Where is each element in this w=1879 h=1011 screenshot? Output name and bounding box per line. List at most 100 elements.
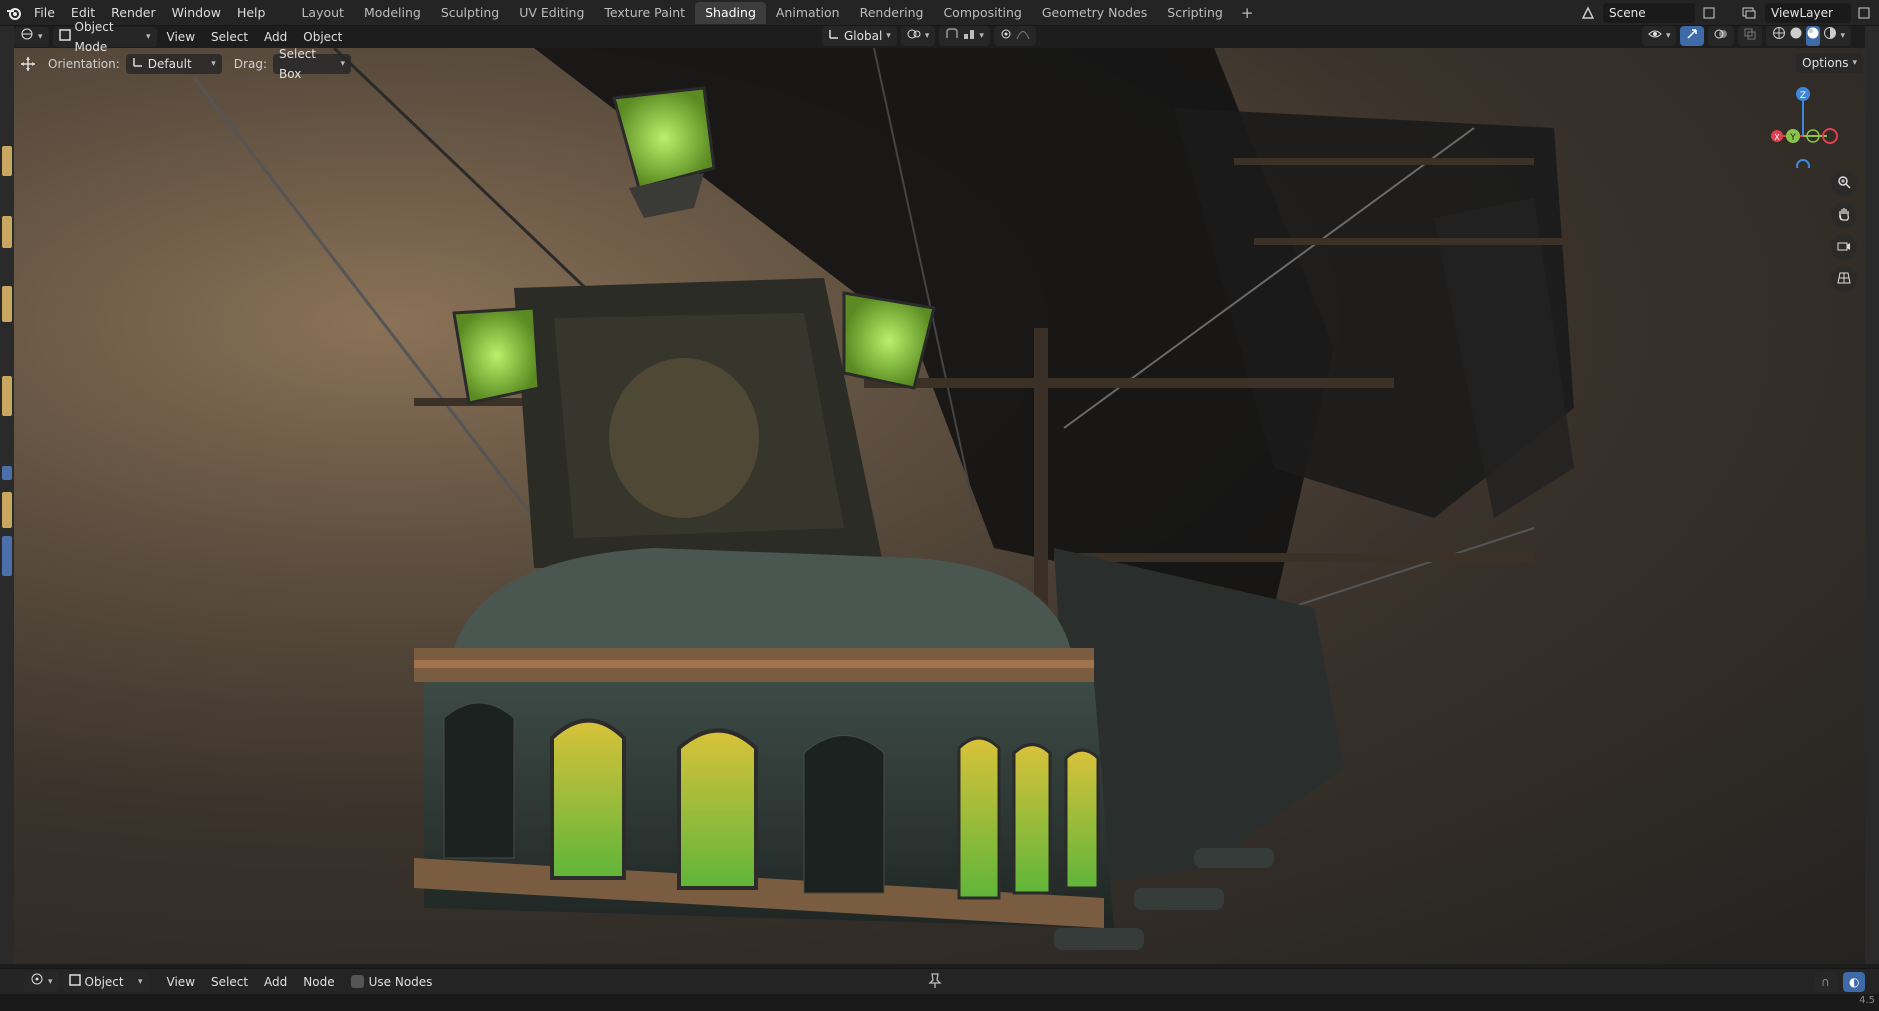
use-nodes-label: Use Nodes bbox=[368, 974, 433, 989]
strip-swatch bbox=[2, 216, 12, 248]
left-toolbar-strip bbox=[0, 26, 14, 964]
node-menu-node[interactable]: Node bbox=[297, 972, 340, 992]
drag-value: Select Box bbox=[278, 47, 317, 81]
scene-selector[interactable]: Scene bbox=[1603, 3, 1695, 23]
pivot-point-button[interactable]: ▾ bbox=[900, 26, 936, 46]
shading-solid-icon[interactable] bbox=[1789, 26, 1803, 46]
chevron-down-icon: ▾ bbox=[1665, 31, 1671, 41]
tab-animation[interactable]: Animation bbox=[766, 2, 850, 24]
overlay-icon bbox=[1714, 26, 1728, 46]
snap-icon bbox=[945, 26, 959, 46]
zoom-button[interactable] bbox=[1831, 170, 1857, 196]
orientation-dropdown[interactable]: Default ▾ bbox=[125, 54, 222, 74]
orientation-global-label: Global bbox=[844, 29, 883, 43]
orientation-value: Default bbox=[147, 57, 192, 71]
overlay-button[interactable] bbox=[1708, 26, 1735, 46]
node-menu-add[interactable]: Add bbox=[258, 972, 293, 992]
scene-name: Scene bbox=[1609, 6, 1646, 20]
xray-button[interactable] bbox=[1738, 26, 1763, 46]
navigation-gizmo[interactable]: Z Y X bbox=[1763, 78, 1843, 168]
chevron-down-icon: ▾ bbox=[979, 31, 984, 41]
add-workspace-button[interactable]: + bbox=[1233, 4, 1262, 22]
node-menu-select[interactable]: Select bbox=[205, 972, 254, 992]
strip-swatch bbox=[2, 492, 12, 528]
transform-orientation-selector[interactable]: Global ▾ bbox=[822, 26, 897, 46]
top-right-controls: Scene ViewLayer bbox=[1577, 0, 1879, 26]
camera-icon bbox=[1837, 239, 1851, 256]
version-fragment: 4.5 bbox=[1859, 995, 1875, 1006]
move-tool-icon[interactable] bbox=[14, 54, 42, 74]
visibility-button[interactable]: ▾ bbox=[1641, 26, 1677, 46]
snap-target-icon bbox=[963, 26, 975, 46]
viewport-menu-view[interactable]: View bbox=[161, 27, 201, 47]
mode-label: Object Mode bbox=[74, 20, 114, 54]
blender-logo-icon[interactable] bbox=[2, 1, 26, 25]
viewport-right-controls: ▾ ▾ bbox=[1641, 26, 1851, 46]
gizmo-x-label: X bbox=[1774, 133, 1780, 142]
orientation-default-icon bbox=[132, 54, 144, 74]
node-menu-view[interactable]: View bbox=[161, 972, 201, 992]
shader-context-label: Object bbox=[84, 974, 124, 989]
tab-texture-paint[interactable]: Texture Paint bbox=[594, 2, 695, 24]
tab-modeling[interactable]: Modeling bbox=[354, 2, 431, 24]
strip-swatch bbox=[2, 466, 12, 480]
perspective-toggle-button[interactable] bbox=[1831, 266, 1857, 292]
strip-swatch bbox=[2, 146, 12, 176]
tab-shading[interactable]: Shading bbox=[695, 1, 766, 24]
object-icon bbox=[68, 972, 81, 992]
menu-window[interactable]: Window bbox=[164, 2, 229, 24]
viewport-menu-select[interactable]: Select bbox=[205, 27, 254, 47]
shading-rendered-icon[interactable] bbox=[1823, 26, 1837, 46]
drag-label: Drag: bbox=[233, 57, 267, 71]
shader-editor-header: ▾ Object ▾ View Select Add Node Use Node… bbox=[0, 968, 1879, 994]
chevron-down-icon: ▾ bbox=[38, 32, 43, 42]
drag-dropdown[interactable]: Select Box ▾ bbox=[272, 47, 351, 81]
view-layer-selector[interactable]: ViewLayer bbox=[1765, 3, 1851, 23]
menu-help[interactable]: Help bbox=[229, 2, 274, 24]
camera-view-button[interactable] bbox=[1831, 234, 1857, 260]
status-bar: 4.5 bbox=[0, 994, 1879, 1011]
pivot-icon bbox=[907, 26, 921, 46]
strip-swatch bbox=[2, 286, 12, 322]
eye-icon bbox=[1648, 26, 1662, 46]
snap-icon: ∩ bbox=[1821, 975, 1830, 989]
use-nodes-checkbox[interactable] bbox=[350, 975, 364, 988]
tab-geometry-nodes[interactable]: Geometry Nodes bbox=[1032, 2, 1157, 24]
overlay-nodes-button[interactable]: ◐ bbox=[1843, 972, 1865, 992]
chevron-down-icon: ▾ bbox=[146, 32, 151, 42]
tab-compositing[interactable]: Compositing bbox=[933, 2, 1031, 24]
navigation-tools bbox=[1831, 170, 1857, 292]
pin-icon[interactable] bbox=[928, 973, 942, 992]
use-nodes-toggle[interactable]: Use Nodes bbox=[345, 972, 439, 992]
pan-button[interactable] bbox=[1831, 202, 1857, 228]
tab-rendering[interactable]: Rendering bbox=[850, 2, 934, 24]
right-sidebar-strip[interactable] bbox=[1865, 26, 1879, 964]
new-view-layer-icon[interactable] bbox=[1855, 3, 1873, 23]
gizmo-toggle-button[interactable] bbox=[1680, 26, 1705, 46]
shader-context-selector[interactable]: Object ▾ bbox=[62, 971, 149, 992]
chevron-down-icon: ▾ bbox=[48, 976, 53, 987]
3d-viewport[interactable]: Z Y X bbox=[14, 48, 1865, 964]
menu-file[interactable]: File bbox=[26, 2, 63, 24]
tab-sculpting[interactable]: Sculpting bbox=[431, 2, 509, 24]
chevron-down-icon: ▾ bbox=[1840, 31, 1845, 41]
tab-uv-editing[interactable]: UV Editing bbox=[509, 2, 594, 24]
scene-icon[interactable] bbox=[1577, 3, 1599, 23]
tab-layout[interactable]: Layout bbox=[291, 2, 354, 24]
options-dropdown[interactable]: Options ▾ bbox=[1796, 53, 1863, 73]
proportional-edit-button[interactable] bbox=[993, 26, 1036, 46]
tab-scripting[interactable]: Scripting bbox=[1157, 2, 1233, 24]
editor-type-button[interactable]: ▾ bbox=[14, 27, 49, 47]
shader-editor-type-button[interactable]: ▾ bbox=[24, 971, 59, 992]
editor-type-icon bbox=[20, 27, 34, 47]
viewport-render bbox=[192, 48, 1574, 950]
snap-nodes-button[interactable]: ∩ bbox=[1815, 972, 1837, 992]
options-label: Options bbox=[1802, 56, 1849, 70]
grid-icon bbox=[1837, 271, 1851, 288]
view-layer-icon[interactable] bbox=[1737, 3, 1761, 23]
mode-selector[interactable]: Object Mode ▾ bbox=[52, 20, 157, 54]
new-scene-icon[interactable] bbox=[1699, 3, 1719, 23]
shading-material-icon[interactable] bbox=[1806, 26, 1821, 46]
shading-wireframe-icon[interactable] bbox=[1772, 26, 1786, 46]
snap-button[interactable]: ▾ bbox=[939, 26, 990, 46]
